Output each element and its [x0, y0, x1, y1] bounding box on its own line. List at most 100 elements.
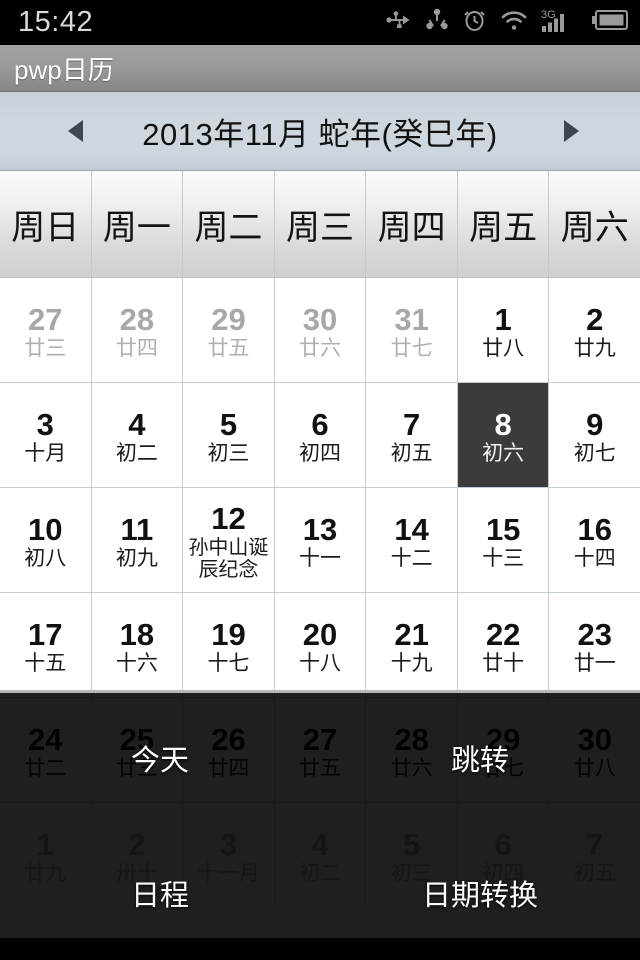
month-title: 2013年11月 蛇年(癸巳年)	[142, 116, 498, 152]
calendar-week-row: 10 初八 11 初九 12 孙中山诞辰纪念 13 十一 14 十二 15 十三 16 十四	[0, 488, 640, 593]
day-lunar-label: 初三	[207, 441, 250, 465]
day-number: 21	[394, 616, 429, 652]
day-lunar-label: 廿六	[299, 336, 342, 360]
weekday-2: 周二	[183, 171, 275, 277]
weekday-3: 周三	[275, 171, 367, 277]
menu-goto[interactable]: 跳转	[320, 690, 640, 825]
day-lunar-label: 初七	[573, 441, 616, 465]
calendar-week-row: 17 十五 18 十六 19 十七 20 十八 21 十九 22 廿十 23 廿一	[0, 593, 640, 698]
day-cell[interactable]: 21 十九	[366, 593, 458, 697]
day-lunar-label: 十月	[24, 441, 67, 465]
day-number: 2	[586, 301, 604, 337]
day-cell[interactable]: 1 廿八	[457, 278, 550, 382]
day-number: 15	[485, 511, 521, 547]
day-cell[interactable]: 20 十八	[274, 593, 367, 697]
day-cell[interactable]: 17 十五	[0, 593, 92, 697]
weekday-0: 周日	[0, 171, 92, 277]
day-lunar-label: 十二	[390, 546, 433, 570]
day-number: 18	[119, 616, 155, 652]
month-navigation-bar: 2013年11月 蛇年(癸巳年)	[0, 92, 640, 171]
weekday-4: 周四	[366, 171, 458, 277]
day-cell[interactable]: 16 十四	[549, 488, 640, 592]
day-cell[interactable]: 9 初七	[549, 383, 640, 487]
menu-today[interactable]: 今天	[0, 690, 320, 825]
day-cell[interactable]: 7初五	[366, 383, 458, 487]
day-cell[interactable]: 5初三	[183, 383, 275, 487]
day-lunar-label: 廿十	[482, 651, 525, 675]
day-cell[interactable]: 18 十六	[91, 593, 184, 697]
calendar-week-row: 27 廿三 28 廿四 29 廿五 30 廿六 31 廿七 1 廿八 2 廿九	[0, 278, 640, 383]
day-lunar-label: 廿七	[390, 336, 433, 360]
alarm-icon	[462, 7, 487, 38]
day-lunar-label: 十三	[482, 546, 525, 570]
battery-icon	[592, 9, 628, 36]
day-cell[interactable]: 11 初九	[91, 488, 184, 592]
day-lunar-label: 廿九	[573, 336, 616, 360]
day-number: 1	[494, 301, 512, 337]
day-number: 19	[211, 616, 246, 652]
day-cell[interactable]: 3 十月	[0, 383, 92, 487]
day-cell[interactable]: 13 十一	[274, 488, 367, 592]
day-cell[interactable]: 6初四	[274, 383, 367, 487]
chevron-left-icon	[67, 120, 83, 142]
status-icon-tray: 3G	[386, 7, 628, 38]
day-number: 13	[302, 511, 338, 547]
day-cell[interactable]: 14 十二	[366, 488, 458, 592]
day-number: 16	[577, 511, 612, 547]
app-title: pwp日历	[14, 54, 114, 85]
day-number: 3	[36, 406, 54, 442]
day-cell[interactable]: 4初二	[91, 383, 184, 487]
day-lunar-label: 十四	[573, 546, 616, 570]
day-cell[interactable]: 8 初六	[457, 383, 550, 487]
usb-icon	[386, 9, 412, 36]
day-number: 28	[119, 301, 155, 337]
weekday-header: 周日 周一 周二 周三 周四 周五 周六	[0, 171, 640, 278]
day-cell[interactable]: 31 廿七	[366, 278, 458, 382]
day-number: 27	[28, 301, 63, 337]
day-number: 29	[211, 301, 246, 337]
day-lunar-label: 十六	[115, 651, 158, 675]
day-number: 30	[302, 301, 338, 337]
prev-month-button[interactable]	[38, 92, 112, 170]
day-lunar-label: 廿三	[24, 336, 67, 360]
status-clock: 15:42	[18, 6, 94, 38]
day-number: 14	[394, 511, 429, 547]
day-cell[interactable]: 12 孙中山诞辰纪念	[183, 488, 275, 592]
wifi-icon	[500, 9, 528, 36]
day-lunar-label: 初八	[24, 546, 67, 570]
svg-text:3G: 3G	[541, 9, 556, 21]
signal-3g-icon: 3G	[541, 7, 579, 38]
day-lunar-label: 廿五	[207, 336, 250, 360]
day-number: 17	[28, 616, 63, 652]
day-lunar-label: 十一	[299, 546, 342, 570]
app-title-bar: pwp日历	[0, 45, 640, 92]
day-number: 23	[577, 616, 612, 652]
day-number: 4	[128, 406, 146, 442]
day-cell[interactable]: 30 廿六	[274, 278, 367, 382]
day-number: 12	[211, 501, 246, 537]
share-icon	[425, 8, 449, 37]
day-number: 20	[302, 616, 338, 652]
day-cell[interactable]: 10 初八	[0, 488, 92, 592]
day-cell[interactable]: 27 廿三	[0, 278, 92, 382]
day-festival-label: 孙中山诞辰纪念	[188, 536, 269, 581]
options-menu: 今天 跳转 日程 日期转换	[0, 690, 640, 960]
day-number: 9	[586, 406, 604, 442]
day-lunar-label: 初六	[482, 441, 525, 465]
day-cell[interactable]: 15 十三	[457, 488, 550, 592]
day-lunar-label: 十九	[390, 651, 433, 675]
day-cell[interactable]: 22 廿十	[457, 593, 550, 697]
chevron-right-icon	[563, 120, 579, 142]
day-cell[interactable]: 23 廿一	[549, 593, 640, 697]
calendar-week-row: 3 十月 4 初二 5 初三 6 初四 7 初五 8 初六 9 初七	[0, 383, 640, 488]
day-number: 31	[394, 301, 429, 337]
day-number: 7	[402, 406, 421, 442]
day-cell[interactable]: 28 廿四	[91, 278, 184, 382]
day-lunar-label: 廿一	[573, 651, 616, 675]
next-month-button[interactable]	[534, 92, 608, 170]
day-cell[interactable]: 2 廿九	[549, 278, 640, 382]
day-number: 10	[28, 511, 63, 547]
day-cell[interactable]: 29 廿五	[183, 278, 275, 382]
day-cell[interactable]: 19 十七	[183, 593, 275, 697]
day-lunar-label: 十五	[24, 651, 67, 675]
